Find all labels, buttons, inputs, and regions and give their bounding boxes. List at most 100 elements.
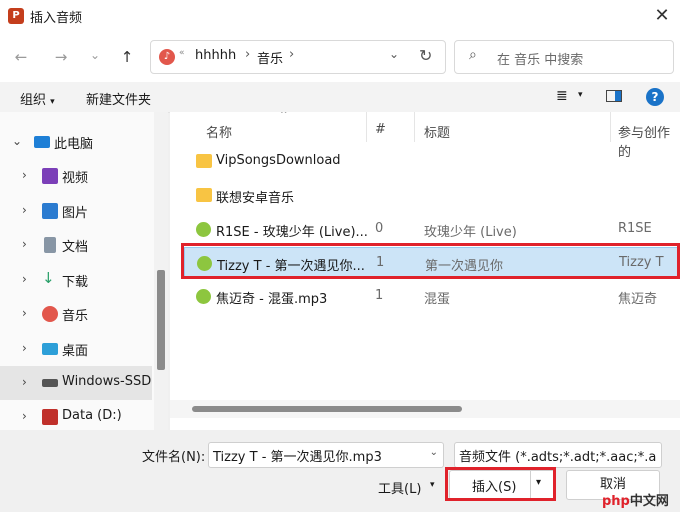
watermark-cn: 中文网 xyxy=(629,494,669,509)
address-bar[interactable]: ♪ « hhhhh › 音乐 › ⌄ ↻ xyxy=(150,40,446,74)
forward-arrow-icon[interactable]: → xyxy=(50,46,72,68)
chevron-down-icon[interactable]: ⌄ xyxy=(430,447,438,458)
folder-icon xyxy=(196,154,212,168)
up-arrow-icon[interactable]: ↑ xyxy=(116,46,138,68)
document-icon xyxy=(44,237,56,253)
track-number: 1 xyxy=(375,288,384,303)
filename-value: Tizzy T - 第一次遇见你.mp3 xyxy=(213,450,382,465)
sidebar-item-music[interactable]: › 音乐 xyxy=(0,297,152,331)
file-name: R1SE - 玫瑰少年 (Live)... xyxy=(216,225,368,240)
chevron-right-icon[interactable]: › xyxy=(22,306,27,320)
list-item[interactable]: VipSongsDownload xyxy=(184,146,680,178)
drive-icon xyxy=(42,409,58,425)
chevron-right-icon[interactable]: › xyxy=(245,47,250,62)
track-artist: R1SE xyxy=(618,221,652,236)
sidebar-item-windows-ssd[interactable]: › Windows-SSD xyxy=(0,366,152,400)
chevron-down-icon[interactable]: ▾ xyxy=(430,480,435,490)
recent-locations-icon[interactable]: ⌄ xyxy=(84,44,106,66)
file-name: 焦迈奇 - 混蛋.mp3 xyxy=(216,292,328,307)
breadcrumb-segment[interactable]: hhhhh xyxy=(195,48,236,63)
close-button[interactable]: ✕ xyxy=(648,4,676,28)
title-bar xyxy=(0,0,680,32)
search-box[interactable]: ⌕ 在 音乐 中搜索 xyxy=(454,40,674,74)
search-placeholder[interactable]: 在 音乐 中搜索 xyxy=(497,49,583,68)
chevron-right-icon[interactable]: › xyxy=(22,168,27,182)
new-folder-button[interactable]: 新建文件夹 xyxy=(86,89,151,108)
track-title: 玫瑰少年 (Live) xyxy=(424,225,517,240)
overflow-icon[interactable]: « xyxy=(179,48,185,58)
breadcrumb-segment[interactable]: 音乐 xyxy=(257,48,283,67)
highlight-box-selected-file xyxy=(181,243,680,279)
track-title: 混蛋 xyxy=(424,292,451,307)
sidebar-item-label: 下载 xyxy=(62,275,89,290)
music-file-icon xyxy=(196,222,211,237)
sidebar-item-label: Data (D:) xyxy=(62,408,122,423)
list-item[interactable]: R1SE - 玫瑰少年 (Live)... 0 玫瑰少年 (Live) R1SE xyxy=(184,214,680,246)
filename-field[interactable]: Tizzy T - 第一次遇见你.mp3 ⌄ xyxy=(208,442,444,468)
sidebar-item-desktop[interactable]: › 桌面 xyxy=(0,332,152,366)
refresh-icon[interactable]: ↻ xyxy=(419,46,432,65)
file-type-select[interactable]: 音频文件 (*.adts;*.adt;*.aac;*.a xyxy=(454,442,662,468)
horizontal-scrollbar-thumb[interactable] xyxy=(192,406,462,412)
chevron-right-icon[interactable]: › xyxy=(22,237,27,251)
column-divider[interactable] xyxy=(366,112,367,142)
sidebar-item-label: 图片 xyxy=(62,206,89,221)
drive-icon xyxy=(42,379,58,387)
file-type-value: 音频文件 (*.adts;*.adt;*.aac;*.a xyxy=(459,450,657,465)
file-name: VipSongsDownload xyxy=(216,153,341,168)
video-icon xyxy=(42,168,58,184)
highlight-box-insert xyxy=(445,467,556,501)
chevron-down-icon: ▾ xyxy=(50,97,55,107)
chevron-right-icon[interactable]: › xyxy=(22,341,27,355)
tools-button[interactable]: 工具(L) xyxy=(378,478,421,497)
music-folder-icon: ♪ xyxy=(159,49,175,65)
sidebar-item-label: 视频 xyxy=(62,171,89,186)
sidebar-item-documents[interactable]: › 文档 xyxy=(0,228,152,262)
watermark-php: php xyxy=(602,494,630,509)
picture-icon xyxy=(42,203,58,219)
chevron-right-icon[interactable]: › xyxy=(22,203,27,217)
column-header-number[interactable]: # xyxy=(375,122,386,137)
preview-pane-icon[interactable] xyxy=(606,90,622,102)
music-file-icon xyxy=(196,289,211,304)
filename-label: 文件名(N): xyxy=(142,450,206,465)
list-item[interactable]: 焦迈奇 - 混蛋.mp3 1 混蛋 焦迈奇 xyxy=(184,281,680,313)
back-arrow-icon[interactable]: ← xyxy=(10,46,32,68)
chevron-down-icon[interactable]: ⌄ xyxy=(389,47,399,61)
sidebar-item-pictures[interactable]: › 图片 xyxy=(0,194,152,228)
folder-icon xyxy=(196,188,212,202)
window-title: 插入音频 xyxy=(30,11,83,26)
sidebar-item-label: 此电脑 xyxy=(54,137,94,152)
sidebar-item-videos[interactable]: › 视频 xyxy=(0,159,152,193)
view-options-icon[interactable]: ≣ xyxy=(556,88,568,104)
chevron-right-icon[interactable]: › xyxy=(289,47,294,62)
sidebar-item-data-drive[interactable]: › Data (D:) xyxy=(0,400,152,430)
file-name: 联想安卓音乐 xyxy=(216,191,295,206)
sidebar-item-this-pc[interactable]: ⌄ 此电脑 xyxy=(0,125,152,159)
help-icon[interactable]: ? xyxy=(646,88,664,106)
powerpoint-app-icon: P xyxy=(8,8,24,24)
chevron-down-icon[interactable]: ⌄ xyxy=(12,134,22,148)
track-number: 0 xyxy=(375,221,384,236)
column-divider[interactable] xyxy=(414,112,415,142)
organize-button[interactable]: 组织 ▾ xyxy=(20,89,55,108)
column-header-title[interactable]: 标题 xyxy=(424,122,450,141)
chevron-right-icon[interactable]: › xyxy=(22,272,27,286)
chevron-right-icon[interactable]: › xyxy=(22,375,27,389)
desktop-icon xyxy=(42,343,58,355)
chevron-right-icon[interactable]: › xyxy=(22,409,27,423)
sidebar-scrollbar-thumb[interactable] xyxy=(157,270,165,370)
download-icon: ↓ xyxy=(42,269,55,287)
column-header-name[interactable]: 名称 xyxy=(206,122,232,141)
sidebar-item-label: 桌面 xyxy=(62,344,89,359)
sort-ascending-icon: ^ xyxy=(280,112,288,120)
computer-icon xyxy=(34,136,50,148)
chevron-down-icon[interactable]: ▾ xyxy=(578,90,583,100)
list-item[interactable]: 联想安卓音乐 xyxy=(184,180,680,212)
track-artist: 焦迈奇 xyxy=(618,292,658,307)
watermark-logo: php中文网 xyxy=(602,490,669,509)
sidebar-item-downloads[interactable]: › ↓ 下载 xyxy=(0,263,152,297)
column-divider[interactable] xyxy=(610,112,611,142)
search-icon: ⌕ xyxy=(469,47,477,63)
navigation-pane: ⌄ 此电脑 › 视频 › 图片 › 文档 › ↓ 下载 › 音乐 › 桌面 › … xyxy=(0,112,168,430)
